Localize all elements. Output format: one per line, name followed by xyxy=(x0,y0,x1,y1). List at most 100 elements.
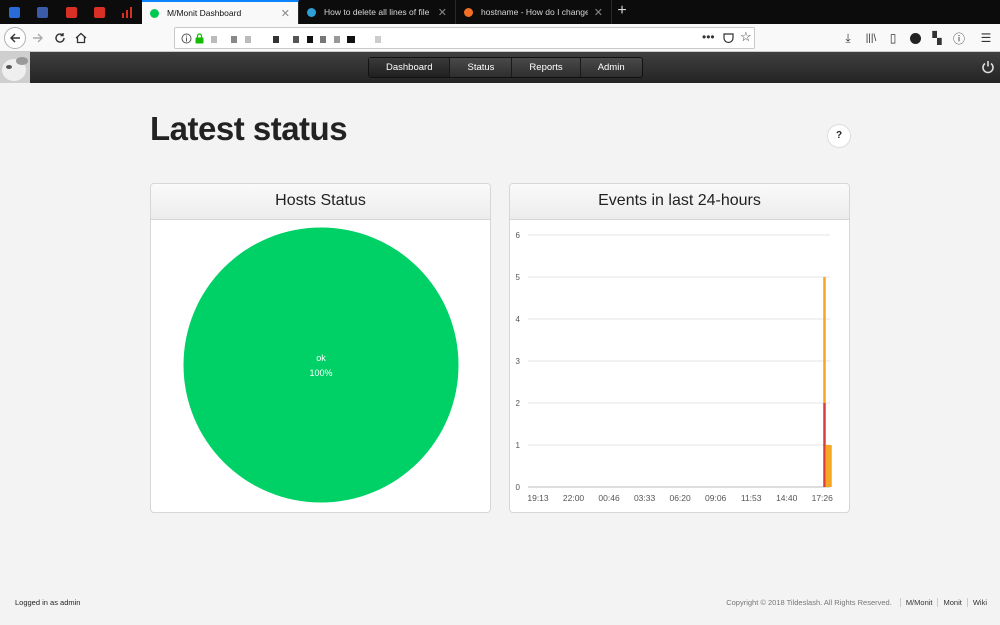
footer-link-wiki[interactable]: Wiki xyxy=(966,598,992,607)
event-bar-segment[interactable] xyxy=(823,403,826,487)
library-icon: |||\ xyxy=(865,32,877,44)
close-tab-icon[interactable]: ✕ xyxy=(438,6,447,19)
hamburger-icon: ☰ xyxy=(980,31,992,45)
x-tick-label: 09:06 xyxy=(705,493,727,503)
askubuntu-icon xyxy=(464,7,473,17)
x-tick-label: 11:53 xyxy=(741,493,762,503)
y-tick-label: 6 xyxy=(516,231,521,240)
home-button[interactable] xyxy=(71,28,91,48)
footer-links: Copyright © 2018 Tildeslash. All Rights … xyxy=(721,598,992,607)
calendar-icon xyxy=(8,6,20,18)
forward-button[interactable] xyxy=(28,28,48,48)
bar-chart-icon xyxy=(122,6,132,18)
lock-icon xyxy=(195,33,204,44)
y-tick-label: 1 xyxy=(516,441,521,450)
panel-title: Hosts Status xyxy=(151,184,490,220)
pinned-tab-2[interactable] xyxy=(28,0,56,24)
x-tick-label: 17:26 xyxy=(812,493,834,503)
page-actions-icon[interactable]: ••• xyxy=(702,30,715,44)
pinned-tab-1[interactable] xyxy=(0,0,28,24)
tab-favicon xyxy=(150,8,159,18)
app-header: Dashboard Status Reports Admin xyxy=(0,52,1000,83)
help-button[interactable]: ? xyxy=(827,124,851,148)
tab-hostname[interactable]: hostname - How do I change th ✕ xyxy=(456,0,612,24)
extension-button-1[interactable] xyxy=(905,28,925,48)
redacted-url xyxy=(211,36,217,43)
tab-title: M/Monit Dashboard xyxy=(167,8,242,18)
power-icon[interactable] xyxy=(981,60,995,74)
hamburger-menu-button[interactable]: ☰ xyxy=(976,28,996,48)
extension-icon xyxy=(909,32,921,44)
browser-nav-bar: ••• ☆ ⤓ |||\ ▯ ▚ ⓘ ☰ xyxy=(0,24,1000,52)
redacted-url xyxy=(347,36,355,43)
reload-button[interactable] xyxy=(50,28,70,48)
downloads-button[interactable]: ⤓ xyxy=(838,28,858,48)
library-button[interactable]: |||\ xyxy=(861,28,881,48)
redacted-url xyxy=(245,36,251,43)
x-tick-label: 03:33 xyxy=(634,493,656,503)
page-title: Latest status xyxy=(150,110,348,147)
y-tick-label: 0 xyxy=(516,483,521,492)
info-circle-icon: ⓘ xyxy=(952,31,965,46)
tab-title: How to delete all lines of file in xyxy=(324,7,432,17)
bookmark-star-icon[interactable]: ☆ xyxy=(740,29,752,45)
copyright: Copyright © 2018 Tildeslash. All Rights … xyxy=(726,598,892,607)
arrow-right-icon xyxy=(33,33,43,43)
hosts-pie-chart: ok 100% xyxy=(183,227,459,503)
x-tick-label: 22:00 xyxy=(563,493,585,503)
tab-delete-lines[interactable]: How to delete all lines of file in ✕ xyxy=(299,0,456,24)
hosts-status-panel: Hosts Status ok 100% xyxy=(150,183,491,513)
menu-admin[interactable]: Admin xyxy=(579,58,642,77)
address-bar[interactable]: ••• ☆ xyxy=(174,27,755,49)
home-icon xyxy=(75,32,87,44)
pinned-tab-5[interactable] xyxy=(114,0,142,24)
mmonit-logo[interactable] xyxy=(0,52,30,83)
x-tick-label: 14:40 xyxy=(776,493,798,503)
event-bar-segment[interactable] xyxy=(823,277,826,403)
download-icon: ⤓ xyxy=(845,30,851,45)
redacted-url xyxy=(320,36,326,43)
browser-tab-bar: M/Monit Dashboard ✕ How to delete all li… xyxy=(0,0,1000,24)
back-button[interactable] xyxy=(4,27,26,49)
footer-link-monit[interactable]: Monit xyxy=(937,598,966,607)
redacted-url xyxy=(307,36,313,43)
gmail-icon xyxy=(65,6,77,18)
menu-reports[interactable]: Reports xyxy=(511,58,579,77)
redacted-url xyxy=(273,36,279,43)
events-bar-chart: 0 1 2 3 4 5 6 19:13 22:00 00:46 03:33 06:20 09:06 11:… xyxy=(516,231,834,503)
pie-slice-percent: 100% xyxy=(309,368,332,378)
pinned-tab-3[interactable] xyxy=(57,0,85,24)
events-panel: Events in last 24-hours 0 1 2 3 4 5 6 19:13 22:0… xyxy=(509,183,850,513)
new-tab-button[interactable]: + xyxy=(612,0,632,24)
main-menu: Dashboard Status Reports Admin xyxy=(368,57,643,78)
extension-button-2[interactable]: ▚ xyxy=(927,28,947,48)
info-icon[interactable] xyxy=(181,33,192,44)
y-tick-label: 4 xyxy=(516,315,521,324)
y-tick-label: 5 xyxy=(516,273,521,282)
pie-slice-ok[interactable] xyxy=(183,227,459,503)
sidebar-icon: ▯ xyxy=(889,31,897,45)
close-tab-icon[interactable]: ✕ xyxy=(281,7,290,20)
wordpress-icon xyxy=(307,7,316,17)
tab-mmonit-dashboard[interactable]: M/Monit Dashboard ✕ xyxy=(142,0,299,24)
x-tick-label: 00:46 xyxy=(598,493,620,503)
menu-status[interactable]: Status xyxy=(449,58,511,77)
arrow-left-icon xyxy=(10,33,20,43)
sidebar-button[interactable]: ▯ xyxy=(883,28,903,48)
logged-in-status: Logged in as admin xyxy=(15,598,81,607)
pinned-tab-4[interactable] xyxy=(85,0,113,24)
x-tick-label: 19:13 xyxy=(527,493,549,503)
reload-icon xyxy=(55,33,65,43)
gmail-icon xyxy=(93,6,105,18)
x-tick-label: 06:20 xyxy=(669,493,691,503)
menu-dashboard[interactable]: Dashboard xyxy=(369,58,450,77)
extension-button-3[interactable]: ⓘ xyxy=(949,28,969,48)
close-tab-icon[interactable]: ✕ xyxy=(594,6,603,19)
redacted-url xyxy=(231,36,237,43)
pocket-icon[interactable] xyxy=(723,33,734,44)
footer-link-mmonit[interactable]: M/Monit xyxy=(899,598,938,607)
pie-slice-label: ok xyxy=(316,353,326,363)
y-tick-label: 3 xyxy=(516,357,521,366)
event-bar-segment[interactable] xyxy=(825,445,832,487)
redacted-url xyxy=(334,36,340,43)
